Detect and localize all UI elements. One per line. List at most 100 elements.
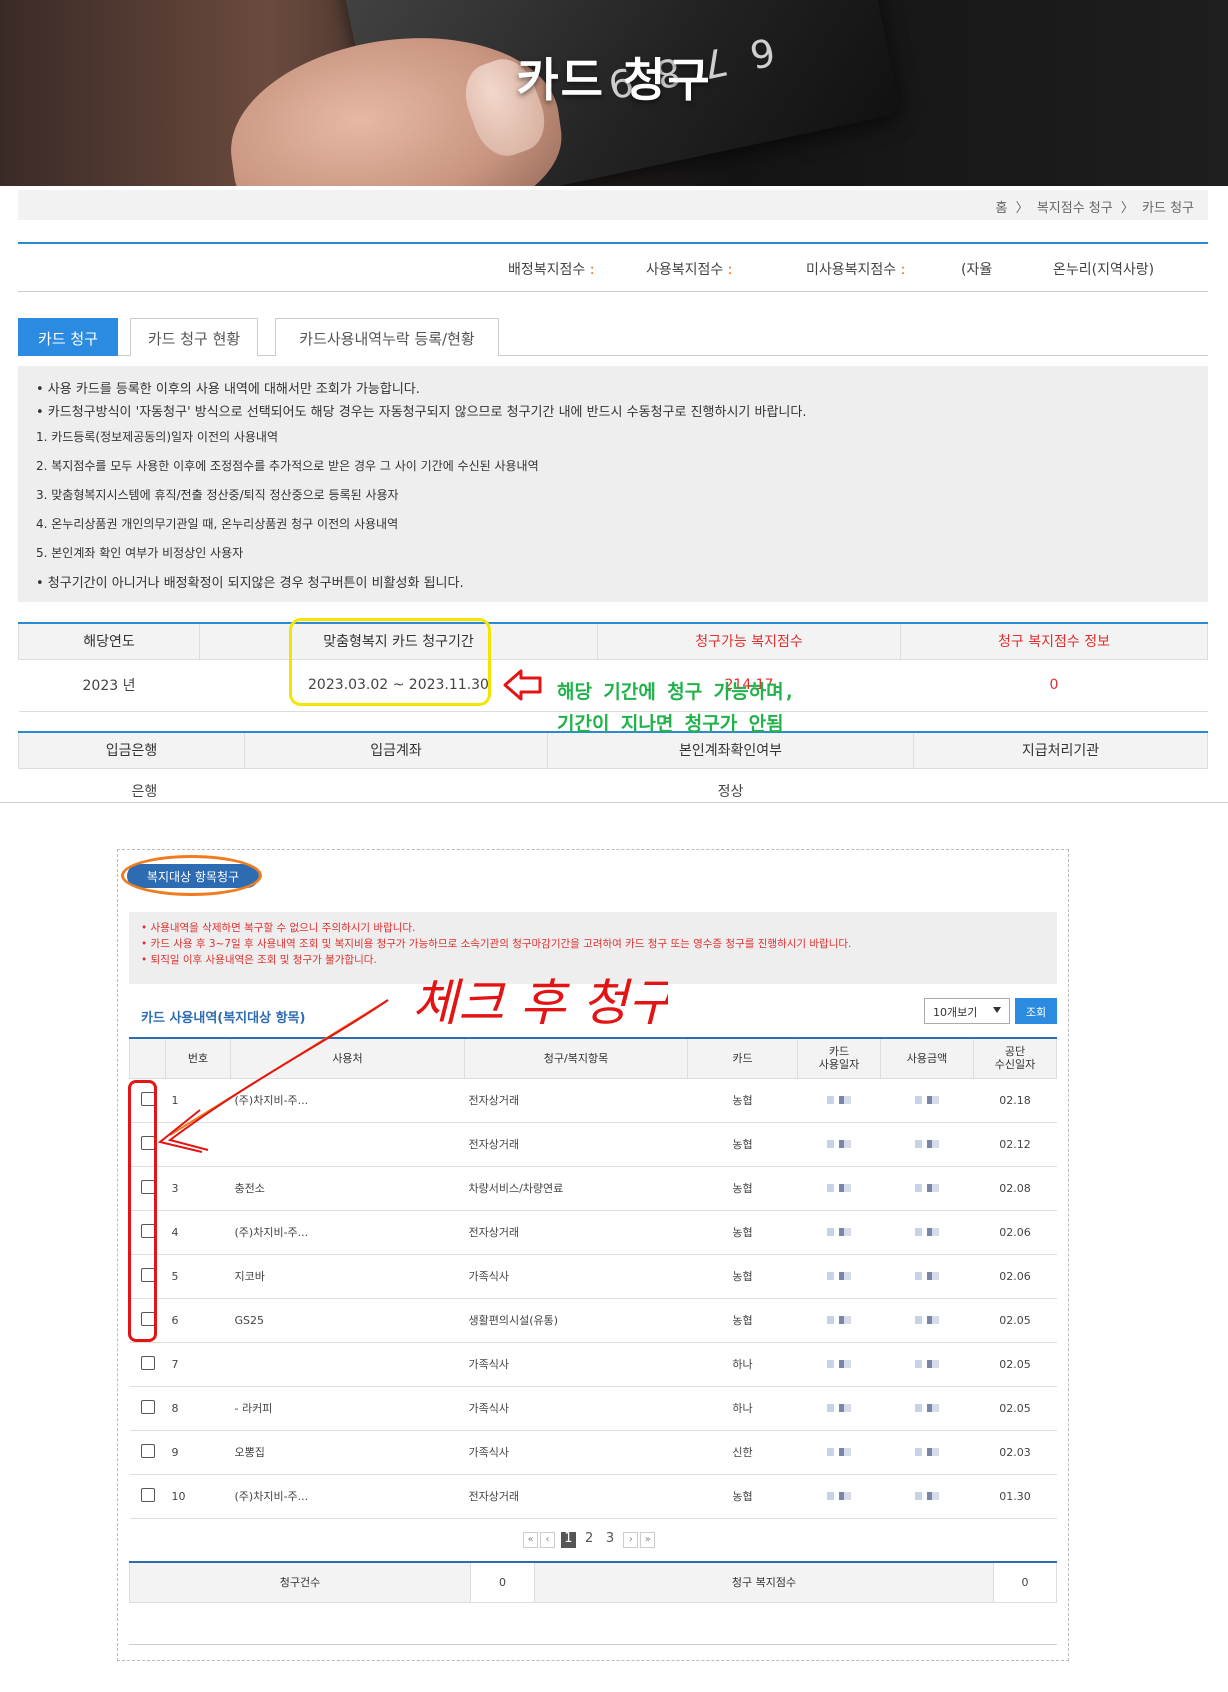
row-card: 농협	[687, 1166, 798, 1211]
row-cell	[880, 1078, 974, 1123]
row-no: 6	[165, 1298, 231, 1343]
row-recv-date: 02.05	[973, 1386, 1057, 1431]
table-row[interactable]: 8- 라커피 가족식사 하나 02.05	[129, 1386, 1057, 1431]
col-use-date: 카드 사용일자	[797, 1037, 881, 1079]
row-item: 가족식사	[464, 1254, 688, 1299]
table-row[interactable]: 3 충전소 차량서비스/차량연료 농협 02.08	[129, 1166, 1057, 1211]
page-size-select[interactable]: 10개보기	[924, 998, 1010, 1024]
row-checkbox[interactable]	[140, 1355, 155, 1370]
masked-date	[827, 1271, 851, 1280]
row-checkbox[interactable]	[140, 1443, 155, 1458]
page-1[interactable]: 1	[560, 1532, 576, 1548]
hero-banner: 6 7 8 9 15/09 CREDIT CARD 카드 청구	[0, 0, 1228, 186]
row-cell	[129, 1430, 166, 1475]
row-cell	[797, 1342, 881, 1387]
last-page-button[interactable]: »	[640, 1532, 656, 1548]
table-row[interactable]: 9 오뽕집 가족식사 신한 02.03	[129, 1430, 1057, 1475]
masked-date	[827, 1403, 851, 1412]
first-page-button[interactable]: «	[523, 1532, 538, 1548]
masked-amount	[915, 1271, 939, 1280]
prev-page-button[interactable]: ‹	[540, 1532, 555, 1548]
row-cell	[797, 1122, 881, 1167]
masked-date	[827, 1095, 851, 1104]
masked-date	[827, 1315, 851, 1324]
row-cell	[797, 1474, 881, 1519]
table-row[interactable]: 10 (주)차지비-주... 전자상거래 농협 01.30	[129, 1474, 1057, 1519]
assigned-points-label: 배정복지점수	[508, 259, 594, 279]
row-no: 5	[165, 1254, 231, 1299]
card-usage-table: 번호 사용처 청구/복지항목 카드 카드 사용일자 사용금액 공단 수신일자 1…	[129, 1037, 1057, 1519]
masked-amount	[915, 1491, 939, 1500]
highlight-box-checkboxes	[128, 1080, 157, 1342]
tab-card-claim-status[interactable]: 카드 청구 현황	[130, 318, 258, 356]
row-item: 가족식사	[464, 1342, 688, 1387]
table-row[interactable]: 5 지코바 가족식사 농협 02.06	[129, 1254, 1057, 1299]
row-place: 지코바	[230, 1254, 465, 1299]
row-recv-date: 02.05	[973, 1298, 1057, 1343]
handwritten-annotation: 체크 후 청구	[412, 974, 668, 1032]
table-row[interactable]: 전자상거래 농협 02.12	[129, 1122, 1057, 1167]
table-row[interactable]: 7 가족식사 하나 02.05	[129, 1342, 1057, 1387]
warning-line: • 사용내역을 삭제하면 복구할 수 없으니 주의하시기 바랍니다.	[141, 922, 416, 934]
row-card: 농협	[687, 1298, 798, 1343]
page-title: 카드 청구	[516, 53, 712, 107]
row-checkbox[interactable]	[140, 1399, 155, 1414]
year-value: 2023 년	[18, 659, 200, 712]
table-row[interactable]: 1 (주)차지비-주... 전자상거래 농협 02.18	[129, 1078, 1057, 1123]
col-card: 카드	[687, 1037, 798, 1079]
row-cell	[880, 1254, 974, 1299]
row-item: 생활편의시설(유통)	[464, 1298, 688, 1343]
row-cell	[797, 1298, 881, 1343]
row-no: 9	[165, 1430, 231, 1475]
row-no	[165, 1122, 231, 1167]
row-cell	[129, 1474, 166, 1519]
warning-line: • 카드 사용 후 3~7일 후 사용내역 조회 및 복지비용 청구가 가능하므…	[141, 938, 852, 950]
row-place	[230, 1342, 465, 1387]
col-select	[129, 1037, 166, 1079]
used-points-label: 사용복지점수	[646, 259, 732, 279]
onnuri-points-label: 온누리(지역사랑)	[1053, 262, 1155, 278]
row-cell	[880, 1342, 974, 1387]
masked-amount	[915, 1227, 939, 1236]
handwritten-text: 체크 후 청구	[412, 974, 668, 1032]
notice-line: 4. 온누리상품권 개인의무기관일 때, 온누리상품권 청구 이전의 사용내역	[36, 517, 399, 531]
row-checkbox[interactable]	[140, 1487, 155, 1502]
breadcrumb-home[interactable]: 홈	[996, 201, 1008, 216]
claim-count-label: 청구건수	[129, 1561, 471, 1603]
col-bank: 입금은행	[18, 731, 245, 769]
page-3[interactable]: 3	[602, 1532, 617, 1548]
masked-date	[827, 1227, 851, 1236]
points-summary-bar: 배정복지점수 사용복지점수 미사용복지점수 (자율 온누리(지역사랑)	[18, 242, 1208, 292]
panel-bottom-line	[129, 1644, 1057, 1645]
col-available-points: 청구가능 복지점수	[597, 622, 901, 660]
table-row[interactable]: 4 (주)차지비-주... 전자상거래 농협 02.06	[129, 1210, 1057, 1255]
row-cell	[797, 1254, 881, 1299]
row-recv-date: 02.03	[973, 1430, 1057, 1475]
breadcrumb: 홈 〉 복지점수 청구 〉 카드 청구	[18, 190, 1208, 220]
tab-missing-usage[interactable]: 카드사용내역누락 등록/현황	[275, 318, 499, 356]
page-2[interactable]: 2	[582, 1532, 597, 1548]
masked-date	[827, 1447, 851, 1456]
tab-card-claim[interactable]: 카드 청구	[18, 318, 118, 356]
breadcrumb-level1[interactable]: 복지점수 청구	[1037, 201, 1113, 216]
row-card: 농협	[687, 1474, 798, 1519]
row-item: 전자상거래	[464, 1078, 688, 1123]
masked-amount	[915, 1359, 939, 1368]
pagination: «‹ 1 2 3 ›»	[523, 1531, 657, 1549]
org-value	[914, 768, 1208, 814]
table-row[interactable]: 6 GS25 생활편의시설(유통) 농협 02.05	[129, 1298, 1057, 1343]
breadcrumb-level2: 카드 청구	[1142, 201, 1194, 216]
row-cell	[797, 1166, 881, 1211]
masked-date	[827, 1183, 851, 1192]
row-no: 7	[165, 1342, 231, 1387]
row-card: 농협	[687, 1078, 798, 1123]
row-no: 3	[165, 1166, 231, 1211]
col-item: 청구/복지항목	[464, 1037, 688, 1079]
notice-line: 2. 복지점수를 모두 사용한 이후에 조정점수를 추가적으로 받은 경우 그 …	[36, 459, 539, 473]
search-button[interactable]: 조회	[1015, 998, 1057, 1024]
next-page-button[interactable]: ›	[623, 1532, 639, 1548]
row-item: 가족식사	[464, 1430, 688, 1475]
row-cell	[880, 1122, 974, 1167]
col-recv-date: 공단 수신일자	[973, 1037, 1057, 1079]
masked-amount	[915, 1183, 939, 1192]
